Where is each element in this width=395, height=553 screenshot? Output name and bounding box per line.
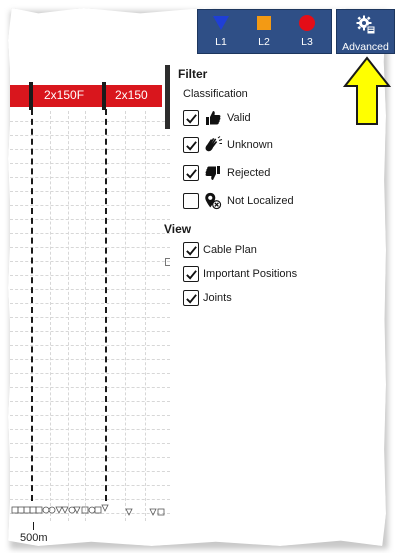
grid-line-horizontal: [10, 331, 170, 332]
chart-side-marker: [165, 258, 170, 266]
grid-line-horizontal: [10, 177, 170, 178]
grid-line-horizontal: [10, 121, 170, 122]
grid-line-horizontal: [10, 499, 170, 500]
grid-line-horizontal: [10, 345, 170, 346]
joints-checkbox[interactable]: [183, 290, 199, 306]
advanced-button[interactable]: Advanced: [336, 9, 395, 54]
layer-l2-label: L2: [258, 36, 270, 48]
grid-line-horizontal: [10, 457, 170, 458]
grid-line-horizontal: [10, 359, 170, 360]
grid-line-horizontal: [10, 471, 170, 472]
important-positions-checkbox[interactable]: [183, 266, 199, 282]
valid-label: Valid: [227, 112, 251, 124]
view-joints-row[interactable]: Joints: [183, 290, 232, 306]
joints-label: Joints: [203, 292, 232, 304]
joint-marker[interactable]: [29, 82, 33, 110]
grid-line-vertical: [125, 111, 126, 521]
layer-toolbar: L1 L2 L3: [197, 9, 332, 54]
grid-line-vertical: [68, 111, 69, 521]
classification-heading: Classification: [183, 88, 248, 100]
grid-line-horizontal: [10, 261, 170, 262]
filter-valid-row[interactable]: Valid: [183, 108, 251, 128]
distance-axis-label: 500m: [20, 532, 48, 544]
grid-line-horizontal: [10, 163, 170, 164]
grid-line-horizontal: [10, 191, 170, 192]
grid-line-horizontal: [10, 247, 170, 248]
joint-marker[interactable]: [102, 82, 106, 110]
view-important-positions-row[interactable]: Important Positions: [183, 266, 297, 282]
thumbs-up-icon: [203, 108, 223, 128]
filter-not-localized-row[interactable]: Not Localized: [183, 191, 294, 211]
not-localized-checkbox[interactable]: [183, 193, 199, 209]
rejected-checkbox[interactable]: [183, 165, 199, 181]
important-positions-label: Important Positions: [203, 268, 298, 280]
filter-rejected-row[interactable]: Rejected: [183, 163, 270, 183]
filter-heading: Filter: [178, 67, 208, 81]
location-pin-x-icon: [203, 191, 223, 211]
gear-settings-icon: [356, 15, 376, 35]
grid-line-horizontal: [10, 289, 170, 290]
joint-position-line: [31, 109, 33, 501]
event-markers: [11, 504, 165, 516]
joint-position-line: [105, 109, 107, 501]
grid-line-horizontal: [10, 275, 170, 276]
grid-line-horizontal: [10, 205, 170, 206]
chart-scroll-marker: [165, 65, 170, 129]
grid-line-horizontal: [10, 317, 170, 318]
grid-line-horizontal: [10, 149, 170, 150]
layer-l1-label: L1: [215, 36, 227, 48]
grid-line-vertical: [145, 111, 146, 521]
unknown-label: Unknown: [227, 139, 273, 151]
layer-l3-label: L3: [301, 36, 313, 48]
view-heading: View: [164, 222, 192, 236]
thumbs-down-icon: [203, 163, 223, 183]
blue-triangle-icon: [213, 16, 229, 30]
grid-line-horizontal: [10, 135, 170, 136]
grid-line-horizontal: [10, 373, 170, 374]
grid-line-horizontal: [10, 443, 170, 444]
orange-square-icon: [257, 16, 271, 30]
cable-plan-label: Cable Plan: [203, 244, 257, 256]
red-circle-icon: [299, 15, 315, 31]
advanced-label: Advanced: [342, 41, 389, 53]
grid-line-horizontal: [10, 415, 170, 416]
valid-checkbox[interactable]: [183, 110, 199, 126]
grid-line-horizontal: [10, 303, 170, 304]
rejected-label: Rejected: [227, 167, 271, 179]
grid-line-horizontal: [10, 485, 170, 486]
not-localized-label: Not Localized: [227, 195, 294, 207]
cable-plan-checkbox[interactable]: [183, 242, 199, 258]
grid-line-horizontal: [10, 429, 170, 430]
distance-tick: [33, 522, 34, 530]
grid-line-horizontal: [10, 219, 170, 220]
grid-line-horizontal: [10, 387, 170, 388]
cable-label-1: 2x150F: [44, 88, 85, 102]
filter-unknown-row[interactable]: Unknown: [183, 135, 273, 155]
grid-line-vertical: [50, 111, 51, 521]
cable-label-2: 2x150: [115, 88, 148, 102]
yellow-arrow-annotation: [343, 56, 391, 125]
grid-line-horizontal: [10, 401, 170, 402]
unknown-checkbox[interactable]: [183, 137, 199, 153]
grid-line-vertical: [85, 111, 86, 521]
grid-line-horizontal: [10, 233, 170, 234]
view-cable-plan-row[interactable]: Cable Plan: [183, 242, 257, 258]
cable-chart[interactable]: 2x150F 2x150: [10, 61, 170, 521]
waving-hand-icon: [203, 135, 223, 155]
